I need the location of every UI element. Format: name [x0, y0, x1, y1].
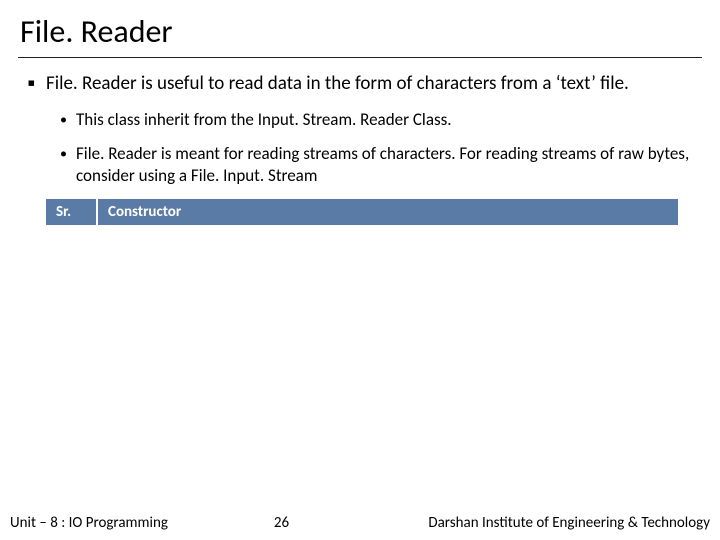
- slide-footer: Unit – 8 : IO Programming 26 Darshan Ins…: [0, 514, 720, 532]
- bullet-text: This class inherit from the Input. Strea…: [76, 109, 702, 131]
- table-header-constructor: Constructor: [98, 199, 678, 225]
- bullet-level1: ▪ File. Reader is useful to read data in…: [28, 72, 702, 97]
- title-underline: [18, 57, 702, 58]
- footer-institute: Darshan Institute of Engineering & Techn…: [428, 514, 710, 532]
- square-bullet-icon: ▪: [28, 72, 46, 97]
- dot-bullet-icon: •: [60, 109, 76, 131]
- footer-page-number: 26: [274, 514, 289, 532]
- slide-title: File. Reader: [18, 12, 702, 51]
- constructor-table-header: Sr. Constructor: [46, 199, 678, 225]
- footer-unit: Unit – 8 : IO Programming: [10, 514, 168, 532]
- bullet-text: File. Reader is meant for reading stream…: [76, 143, 702, 187]
- dot-bullet-icon: •: [60, 143, 76, 187]
- bullet-level2: • File. Reader is meant for reading stre…: [60, 143, 702, 187]
- table-header-sr: Sr.: [46, 199, 98, 225]
- bullet-text: File. Reader is useful to read data in t…: [46, 72, 702, 97]
- bullet-level2: • This class inherit from the Input. Str…: [60, 109, 702, 131]
- slide: File. Reader ▪ File. Reader is useful to…: [0, 0, 720, 540]
